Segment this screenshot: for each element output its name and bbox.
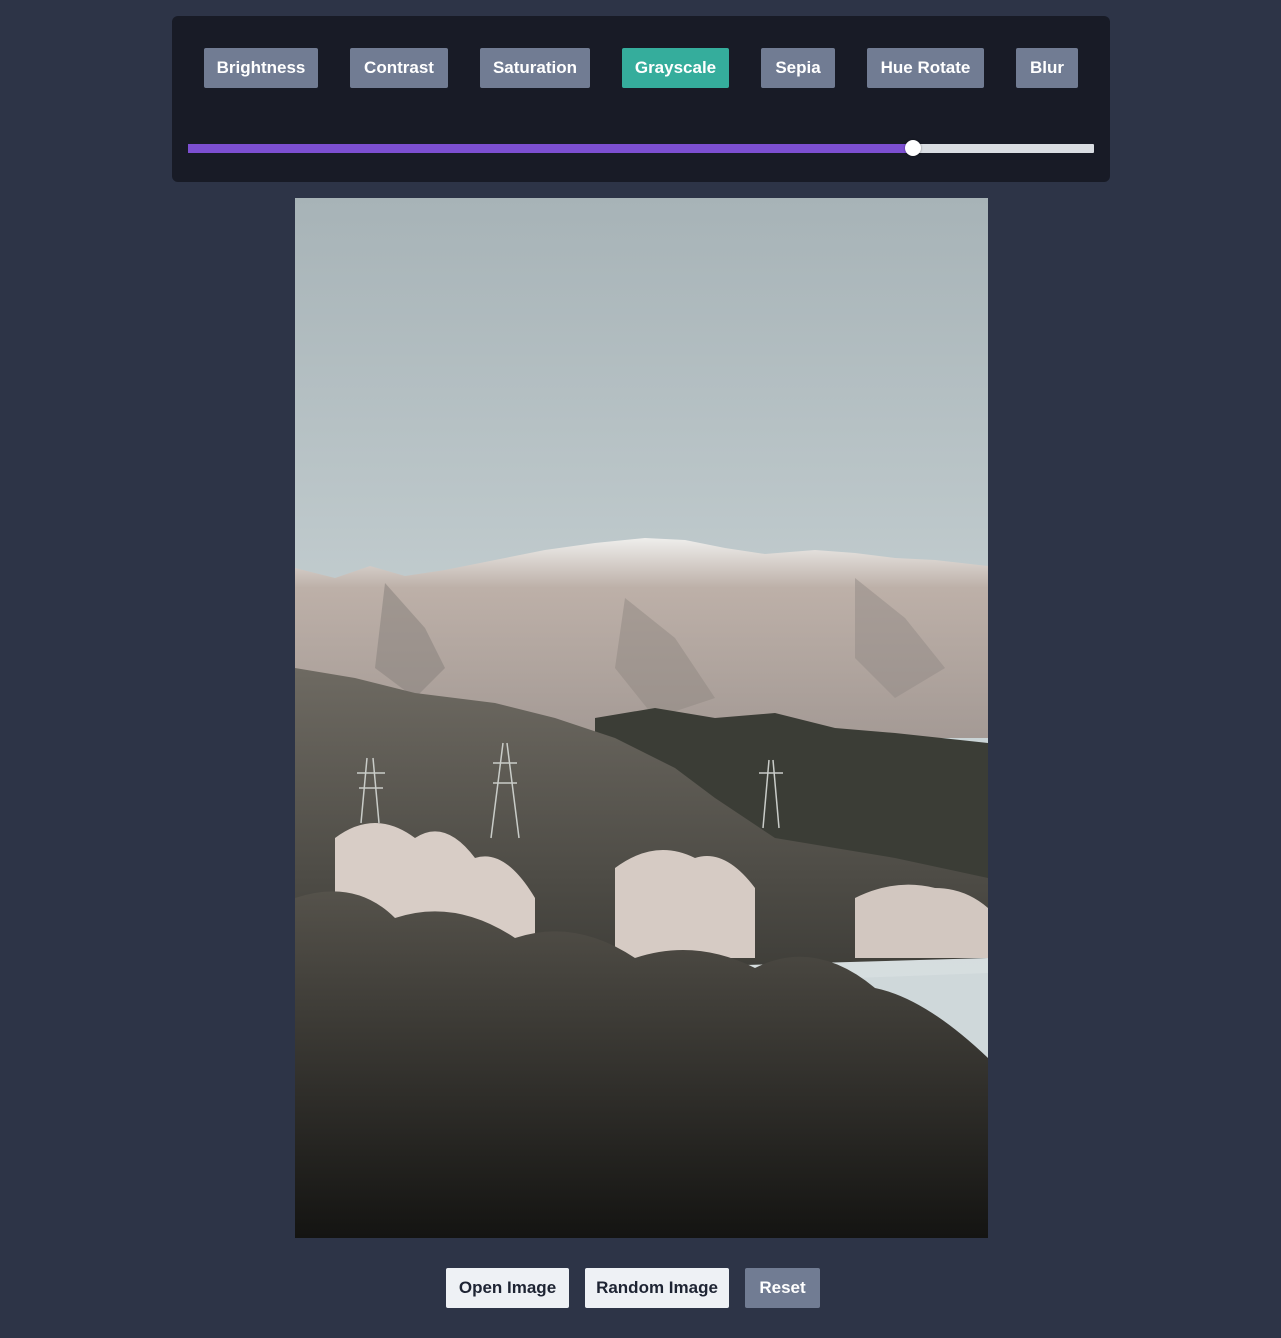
- filter-slider[interactable]: [188, 140, 1094, 156]
- filter-button-blur[interactable]: Blur: [1016, 48, 1078, 88]
- filter-panel: Brightness Contrast Saturation Grayscale…: [172, 16, 1110, 182]
- preview-image: [295, 198, 988, 1238]
- random-image-button[interactable]: Random Image: [585, 1268, 729, 1308]
- filter-button-hue-rotate[interactable]: Hue Rotate: [867, 48, 984, 88]
- slider-track[interactable]: [188, 144, 1094, 153]
- filter-button-sepia[interactable]: Sepia: [761, 48, 835, 88]
- landscape-photo: [295, 198, 988, 1238]
- filter-button-grayscale[interactable]: Grayscale: [622, 48, 729, 88]
- slider-fill: [188, 144, 913, 153]
- filter-button-saturation[interactable]: Saturation: [480, 48, 590, 88]
- filter-button-contrast[interactable]: Contrast: [350, 48, 448, 88]
- filter-button-brightness[interactable]: Brightness: [204, 48, 318, 88]
- slider-thumb[interactable]: [904, 140, 921, 156]
- reset-button[interactable]: Reset: [745, 1268, 820, 1308]
- open-image-button[interactable]: Open Image: [446, 1268, 569, 1308]
